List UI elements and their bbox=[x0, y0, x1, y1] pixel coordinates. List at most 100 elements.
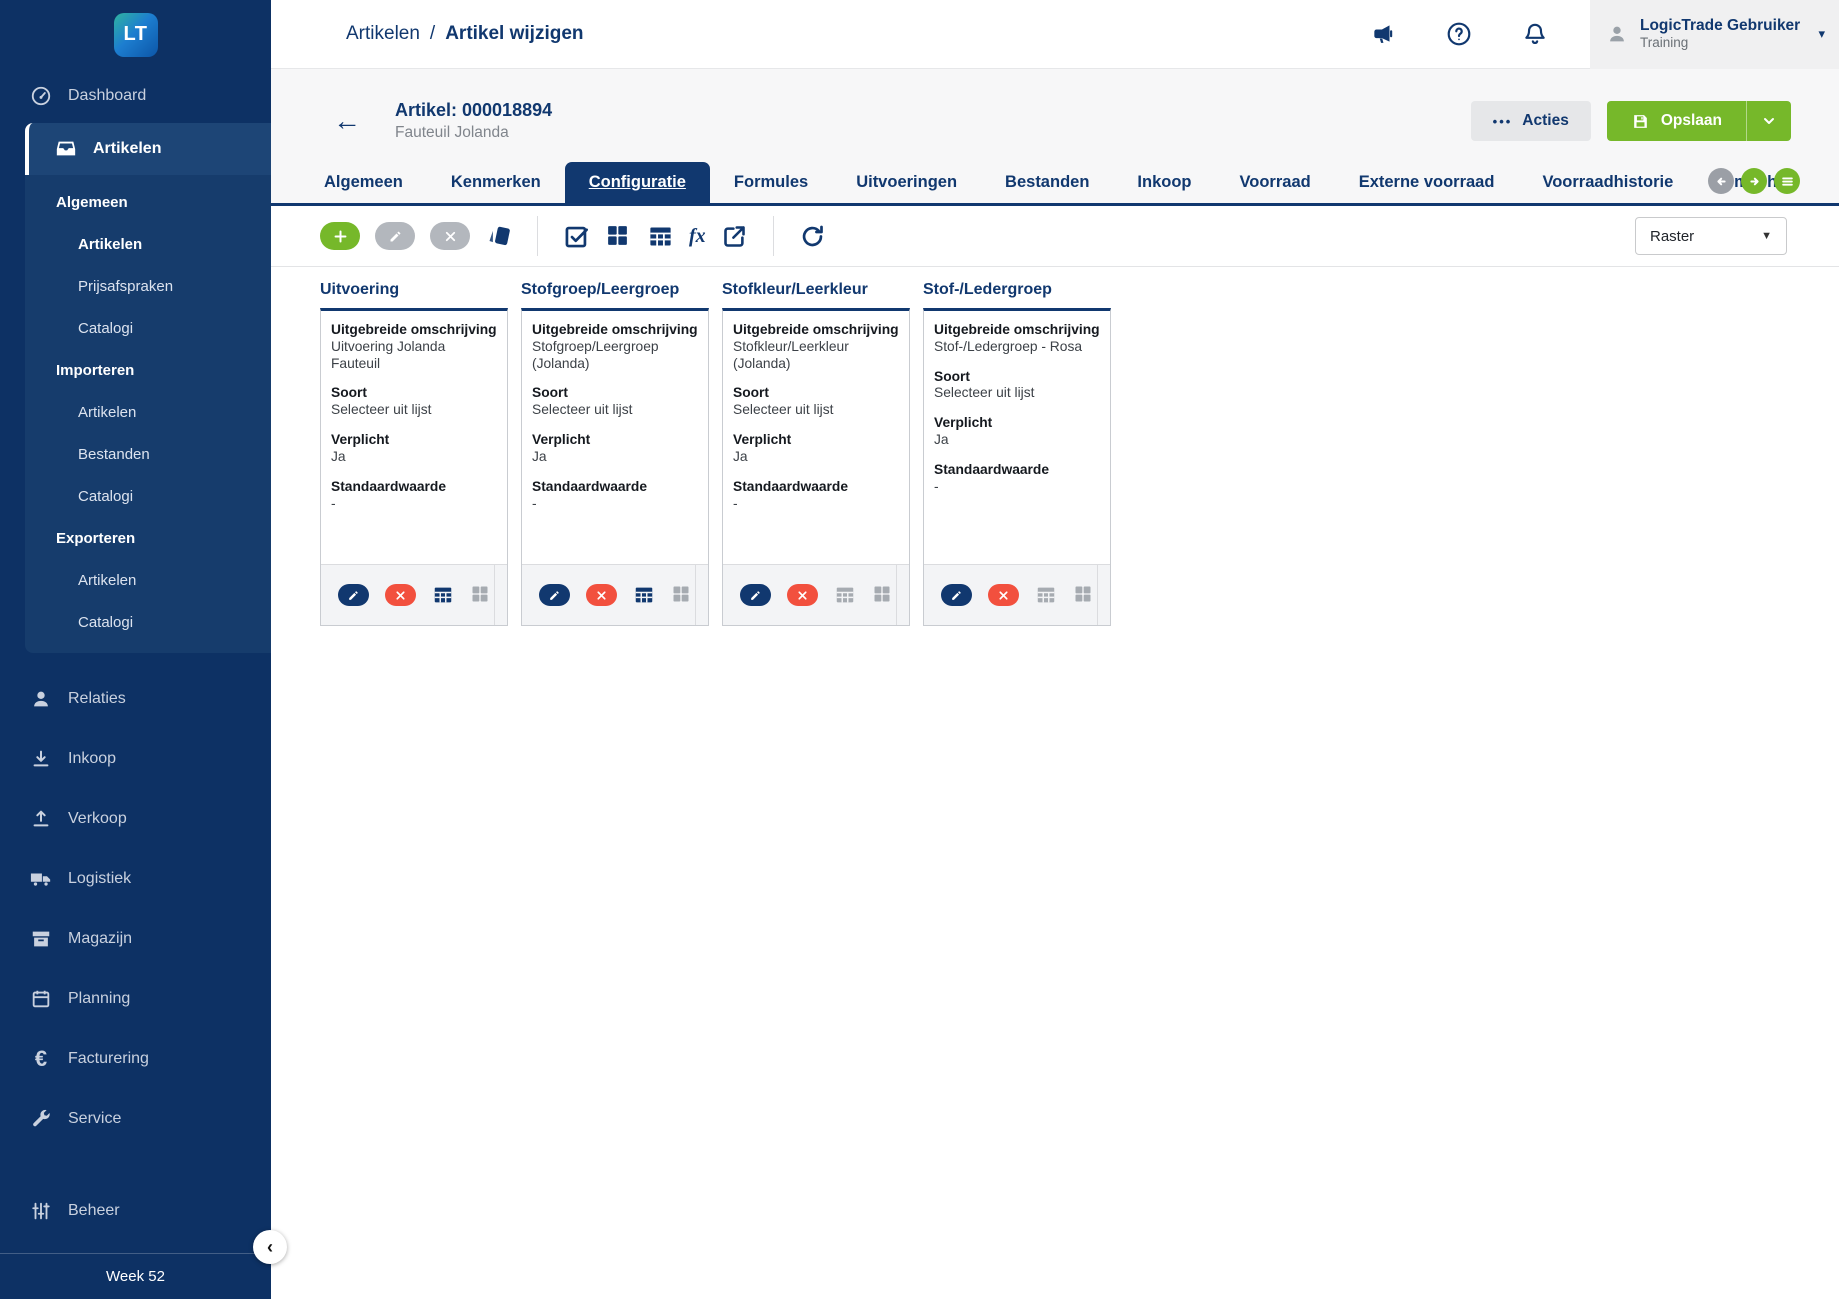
sidebar-item-relaties[interactable]: Relaties bbox=[0, 669, 271, 729]
refresh-icon[interactable] bbox=[799, 223, 826, 250]
bell-icon[interactable] bbox=[1522, 21, 1548, 47]
sidebar-item-artikelen[interactable]: Artikelen bbox=[25, 123, 271, 175]
breadcrumb-parent[interactable]: Artikelen bbox=[346, 23, 420, 45]
x-icon bbox=[595, 589, 608, 602]
sidebar-item-facturering[interactable]: € Facturering bbox=[0, 1029, 271, 1089]
checkbox-icon[interactable] bbox=[563, 223, 590, 250]
card-edit-button[interactable] bbox=[740, 584, 771, 606]
tab-bestanden[interactable]: Bestanden bbox=[981, 162, 1113, 203]
card-table-button[interactable] bbox=[633, 584, 655, 606]
tab-uitvoeringen[interactable]: Uitvoeringen bbox=[832, 162, 981, 203]
tab-inkoop[interactable]: Inkoop bbox=[1113, 162, 1215, 203]
sidebar-item-inkoop[interactable]: Inkoop bbox=[0, 729, 271, 789]
config-card: Stofgroep/Leergroep Uitgebreide omschrij… bbox=[521, 281, 709, 626]
save-dropdown-button[interactable] bbox=[1746, 101, 1791, 141]
field-value: - bbox=[532, 496, 698, 513]
card-grid-button[interactable] bbox=[1073, 584, 1095, 606]
pencil-icon bbox=[548, 589, 561, 602]
back-arrow-icon[interactable]: ← bbox=[333, 105, 373, 137]
week-label: Week 52 bbox=[106, 1268, 165, 1285]
tab-configuratie[interactable]: Configuratie bbox=[565, 162, 710, 203]
card-edit-button[interactable] bbox=[941, 584, 972, 606]
edit-button[interactable] bbox=[375, 222, 415, 250]
sidebar-artikelen-section: Artikelen Algemeen Artikelen Prijsafspra… bbox=[25, 123, 271, 653]
card-delete-button[interactable] bbox=[586, 584, 617, 606]
person-icon bbox=[30, 688, 52, 710]
submenu-item-export-artikelen[interactable]: Artikelen bbox=[25, 559, 271, 601]
x-icon bbox=[443, 229, 458, 244]
tab-kenmerken[interactable]: Kenmerken bbox=[427, 162, 565, 203]
sidebar-item-beheer[interactable]: Beheer bbox=[0, 1181, 271, 1241]
sidebar-item-magazijn[interactable]: Magazijn bbox=[0, 909, 271, 969]
sidebar-item-label: Artikelen bbox=[93, 140, 161, 158]
sidebar-item-dashboard[interactable]: Dashboard bbox=[0, 69, 271, 123]
config-card: Uitvoering Uitgebreide omschrijvingUitvo… bbox=[320, 281, 508, 626]
pencil-icon bbox=[749, 589, 762, 602]
view-mode-select[interactable]: Raster ▼ bbox=[1635, 217, 1787, 255]
toolbar-left-group: fx bbox=[320, 216, 826, 256]
delete-button[interactable] bbox=[430, 222, 470, 250]
sidebar-item-verkoop[interactable]: Verkoop bbox=[0, 789, 271, 849]
tab-list-button[interactable] bbox=[1774, 168, 1800, 194]
card-title: Stofgroep/Leergroep bbox=[521, 281, 709, 299]
card-delete-button[interactable] bbox=[988, 584, 1019, 606]
toolbar-separator bbox=[537, 216, 538, 256]
sidebar: LT Dashboard Artikelen Algemeen Artikele… bbox=[0, 0, 271, 1299]
submenu-item-import-catalogi[interactable]: Catalogi bbox=[25, 475, 271, 517]
tab-externe-voorraad[interactable]: Externe voorraad bbox=[1335, 162, 1519, 203]
field-value: Stof-/Ledergroep - Rosa bbox=[934, 339, 1100, 356]
submenu-item-export-catalogi[interactable]: Catalogi bbox=[25, 601, 271, 643]
card-table-button[interactable] bbox=[432, 584, 454, 606]
tab-scroll-right-button[interactable] bbox=[1741, 168, 1767, 194]
card-actions bbox=[723, 564, 909, 625]
sidebar-item-planning[interactable]: Planning bbox=[0, 969, 271, 1029]
tab-voorraadhistorie[interactable]: Voorraadhistorie bbox=[1518, 162, 1697, 203]
field-value: - bbox=[733, 496, 899, 513]
card-grid-button[interactable] bbox=[470, 584, 492, 606]
formula-icon[interactable]: fx bbox=[689, 225, 706, 248]
sidebar-collapse-button[interactable]: ‹ bbox=[253, 1230, 287, 1264]
submenu-item-import-artikelen[interactable]: Artikelen bbox=[25, 391, 271, 433]
card-table-button[interactable] bbox=[834, 584, 856, 606]
submenu-item-catalogi[interactable]: Catalogi bbox=[25, 307, 271, 349]
card-actions bbox=[924, 564, 1110, 625]
tab-algemeen[interactable]: Algemeen bbox=[300, 162, 427, 203]
acties-button[interactable]: ••• Acties bbox=[1471, 101, 1591, 141]
hamburger-icon bbox=[1780, 174, 1795, 189]
tab-voorraad[interactable]: Voorraad bbox=[1215, 162, 1334, 203]
card-edit-button[interactable] bbox=[338, 584, 369, 606]
help-icon[interactable] bbox=[1446, 21, 1472, 47]
logo-wrap: LT bbox=[0, 0, 271, 69]
card-grid-button[interactable] bbox=[671, 584, 693, 606]
sidebar-item-label: Dashboard bbox=[68, 87, 146, 105]
sidebar-item-logistiek[interactable]: Logistiek bbox=[0, 849, 271, 909]
field-label: Uitgebreide omschrijving bbox=[331, 322, 497, 339]
chevron-left-icon: ‹ bbox=[267, 1237, 273, 1258]
add-button[interactable] bbox=[320, 222, 360, 250]
card-grid-button[interactable] bbox=[872, 584, 894, 606]
card-table-button[interactable] bbox=[1035, 584, 1057, 606]
grid-view-icon[interactable] bbox=[605, 223, 632, 250]
copy-icon[interactable] bbox=[485, 223, 512, 250]
logictrade-logo[interactable]: LT bbox=[114, 13, 158, 57]
tab-formules[interactable]: Formules bbox=[710, 162, 832, 203]
submenu-item-prijsafspraken[interactable]: Prijsafspraken bbox=[25, 265, 271, 307]
card-delete-button[interactable] bbox=[787, 584, 818, 606]
card-body-wrap: Uitgebreide omschrijvingStofgroep/Leergr… bbox=[521, 308, 709, 626]
field-label: Standaardwaarde bbox=[733, 479, 899, 496]
sidebar-item-service[interactable]: Service bbox=[0, 1089, 271, 1149]
save-button[interactable]: Opslaan bbox=[1607, 101, 1746, 141]
submenu-item-import-bestanden[interactable]: Bestanden bbox=[25, 433, 271, 475]
card-delete-button[interactable] bbox=[385, 584, 416, 606]
submenu-item-artikelen[interactable]: Artikelen bbox=[25, 223, 271, 265]
field-label: Verplicht bbox=[934, 415, 1100, 432]
field-label: Uitgebreide omschrijving bbox=[934, 322, 1100, 339]
card-edit-button[interactable] bbox=[539, 584, 570, 606]
megaphone-icon[interactable] bbox=[1370, 21, 1396, 47]
card-body-wrap: Uitgebreide omschrijvingUitvoering Jolan… bbox=[320, 308, 508, 626]
tab-scroll-left-button[interactable] bbox=[1708, 168, 1734, 194]
external-link-icon[interactable] bbox=[721, 223, 748, 250]
table-view-icon[interactable] bbox=[647, 223, 674, 250]
user-menu[interactable]: LogicTrade Gebruiker Training ▾ bbox=[1590, 0, 1839, 69]
archive-box-icon bbox=[30, 928, 52, 950]
